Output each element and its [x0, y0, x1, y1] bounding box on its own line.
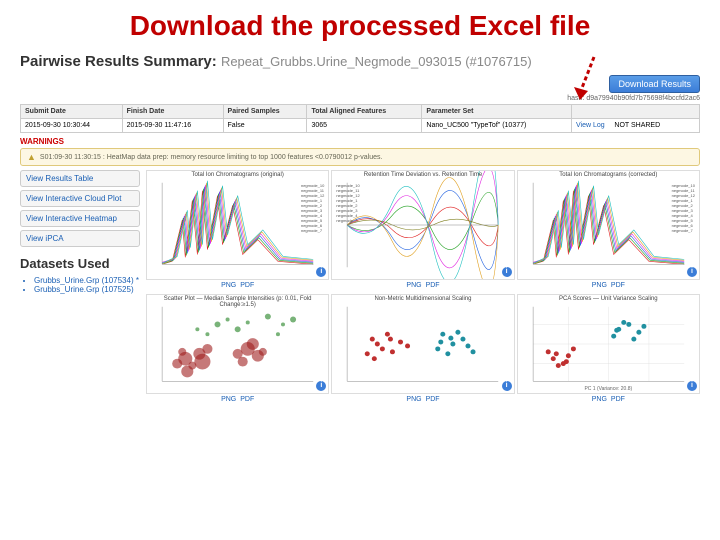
cell-actions: View Log NOT SHARED	[571, 119, 699, 133]
png-link[interactable]: PNG	[592, 396, 607, 403]
chart-legend: negmode_10negmode_11 negmode_12negmode_1…	[672, 183, 695, 233]
view-cloud-plot-button[interactable]: View Interactive Cloud Plot	[20, 190, 140, 207]
warning-box: ▲ S01:09-30 11:30:15 : HeatMap data prep…	[20, 148, 700, 166]
table-header	[571, 105, 699, 119]
chart-title: Non-Metric Multidimensional Scaling	[332, 296, 513, 302]
png-link[interactable]: PNG	[221, 396, 236, 403]
chart-legend: negmode_10negmode_11 negmode_12negmode_1…	[301, 183, 324, 233]
cell-paired: False	[223, 119, 307, 133]
chart-links-row: PNG PDF	[517, 282, 700, 292]
section-title-text: Pairwise Results Summary:	[20, 53, 217, 70]
view-results-table-button[interactable]: View Results Table	[20, 170, 140, 187]
warnings-label: WARNINGS	[20, 137, 700, 146]
info-icon[interactable]: i	[502, 381, 512, 391]
png-link[interactable]: PNG	[406, 396, 421, 403]
chart-links-row: PNG PDF	[146, 282, 329, 292]
view-heatmap-button[interactable]: View Interactive Heatmap	[20, 210, 140, 227]
view-log-link[interactable]: View Log	[576, 122, 605, 129]
table-header: Paired Samples	[223, 105, 307, 119]
table-header: Finish Date	[122, 105, 223, 119]
table-header: Total Aligned Features	[307, 105, 422, 119]
chart-legend: negmode_10negmode_11 negmode_12negmode_1…	[336, 183, 359, 223]
chart-links-row: PNG PDF	[517, 396, 700, 406]
download-results-button[interactable]: Download Results	[609, 75, 700, 93]
chart-title: Total Ion Chromatograms (corrected)	[518, 172, 699, 178]
chart-title: Total Ion Chromatograms (original)	[147, 172, 328, 178]
png-link[interactable]: PNG	[406, 282, 421, 289]
chart-tic-original: Total Ion Chromatograms (original) negmo…	[146, 170, 329, 280]
table-header: Submit Date	[21, 105, 123, 119]
chart-title: Scatter Plot — Median Sample Intensities…	[147, 296, 328, 308]
png-link[interactable]: PNG	[592, 282, 607, 289]
pdf-link[interactable]: PDF	[426, 282, 440, 289]
share-status: NOT SHARED	[614, 122, 660, 129]
dataset-list: Grubbs_Urine.Grp (107534) * Grubbs_Urine…	[20, 276, 140, 294]
info-icon[interactable]: i	[687, 381, 697, 391]
cell-finish: 2015-09-30 11:47:16	[122, 119, 223, 133]
dataset-item[interactable]: Grubbs_Urine.Grp (107534) *	[34, 276, 140, 285]
cell-features: 3065	[307, 119, 422, 133]
chart-links-row: PNG PDF	[331, 282, 514, 292]
slide-title: Download the processed Excel file	[0, 0, 720, 47]
chart-scatter-intensities: Scatter Plot — Median Sample Intensities…	[146, 294, 329, 394]
datasets-title: Datasets Used	[20, 256, 140, 271]
section-subtitle: Repeat_Grubbs.Urine_Negmode_093015 (#107…	[221, 54, 532, 69]
chart-rt-deviation: Retention Time Deviation vs. Retention T…	[331, 170, 514, 280]
view-ipca-button[interactable]: View iPCA	[20, 230, 140, 247]
pdf-link[interactable]: PDF	[240, 282, 254, 289]
warning-icon: ▲	[27, 152, 36, 162]
table-header: Parameter Set	[422, 105, 572, 119]
png-link[interactable]: PNG	[221, 282, 236, 289]
pdf-link[interactable]: PDF	[426, 396, 440, 403]
pdf-link[interactable]: PDF	[611, 396, 625, 403]
pca-xlabel: PC 1 (Variance: 20.8)	[584, 386, 632, 392]
pdf-link[interactable]: PDF	[611, 282, 625, 289]
metadata-table: Submit Date Finish Date Paired Samples T…	[20, 104, 700, 133]
info-icon[interactable]: i	[502, 267, 512, 277]
chart-title: PCA Scores — Unit Variance Scaling	[518, 296, 699, 302]
chart-links-row: PNG PDF	[146, 396, 329, 406]
cell-paramset: Nano_UC500 "TypeTof" (10377)	[422, 119, 572, 133]
pdf-link[interactable]: PDF	[240, 396, 254, 403]
dataset-item[interactable]: Grubbs_Urine.Grp (107525)	[34, 285, 140, 294]
table-row: 2015-09-30 10:30:44 2015-09-30 11:47:16 …	[21, 119, 700, 133]
cell-submit: 2015-09-30 10:30:44	[21, 119, 123, 133]
chart-links-row: PNG PDF	[331, 396, 514, 406]
warning-text: S01:09-30 11:30:15 : HeatMap data prep: …	[40, 154, 383, 161]
chart-nmds: Non-Metric Multidimensional Scaling	[331, 294, 514, 394]
pointer-arrow	[570, 55, 600, 100]
chart-tic-corrected: Total Ion Chromatograms (corrected) negm…	[517, 170, 700, 280]
chart-title: Retention Time Deviation vs. Retention T…	[332, 172, 513, 178]
info-icon[interactable]: i	[687, 267, 697, 277]
chart-pca: PCA Scores — Unit Variance Scaling	[517, 294, 700, 394]
